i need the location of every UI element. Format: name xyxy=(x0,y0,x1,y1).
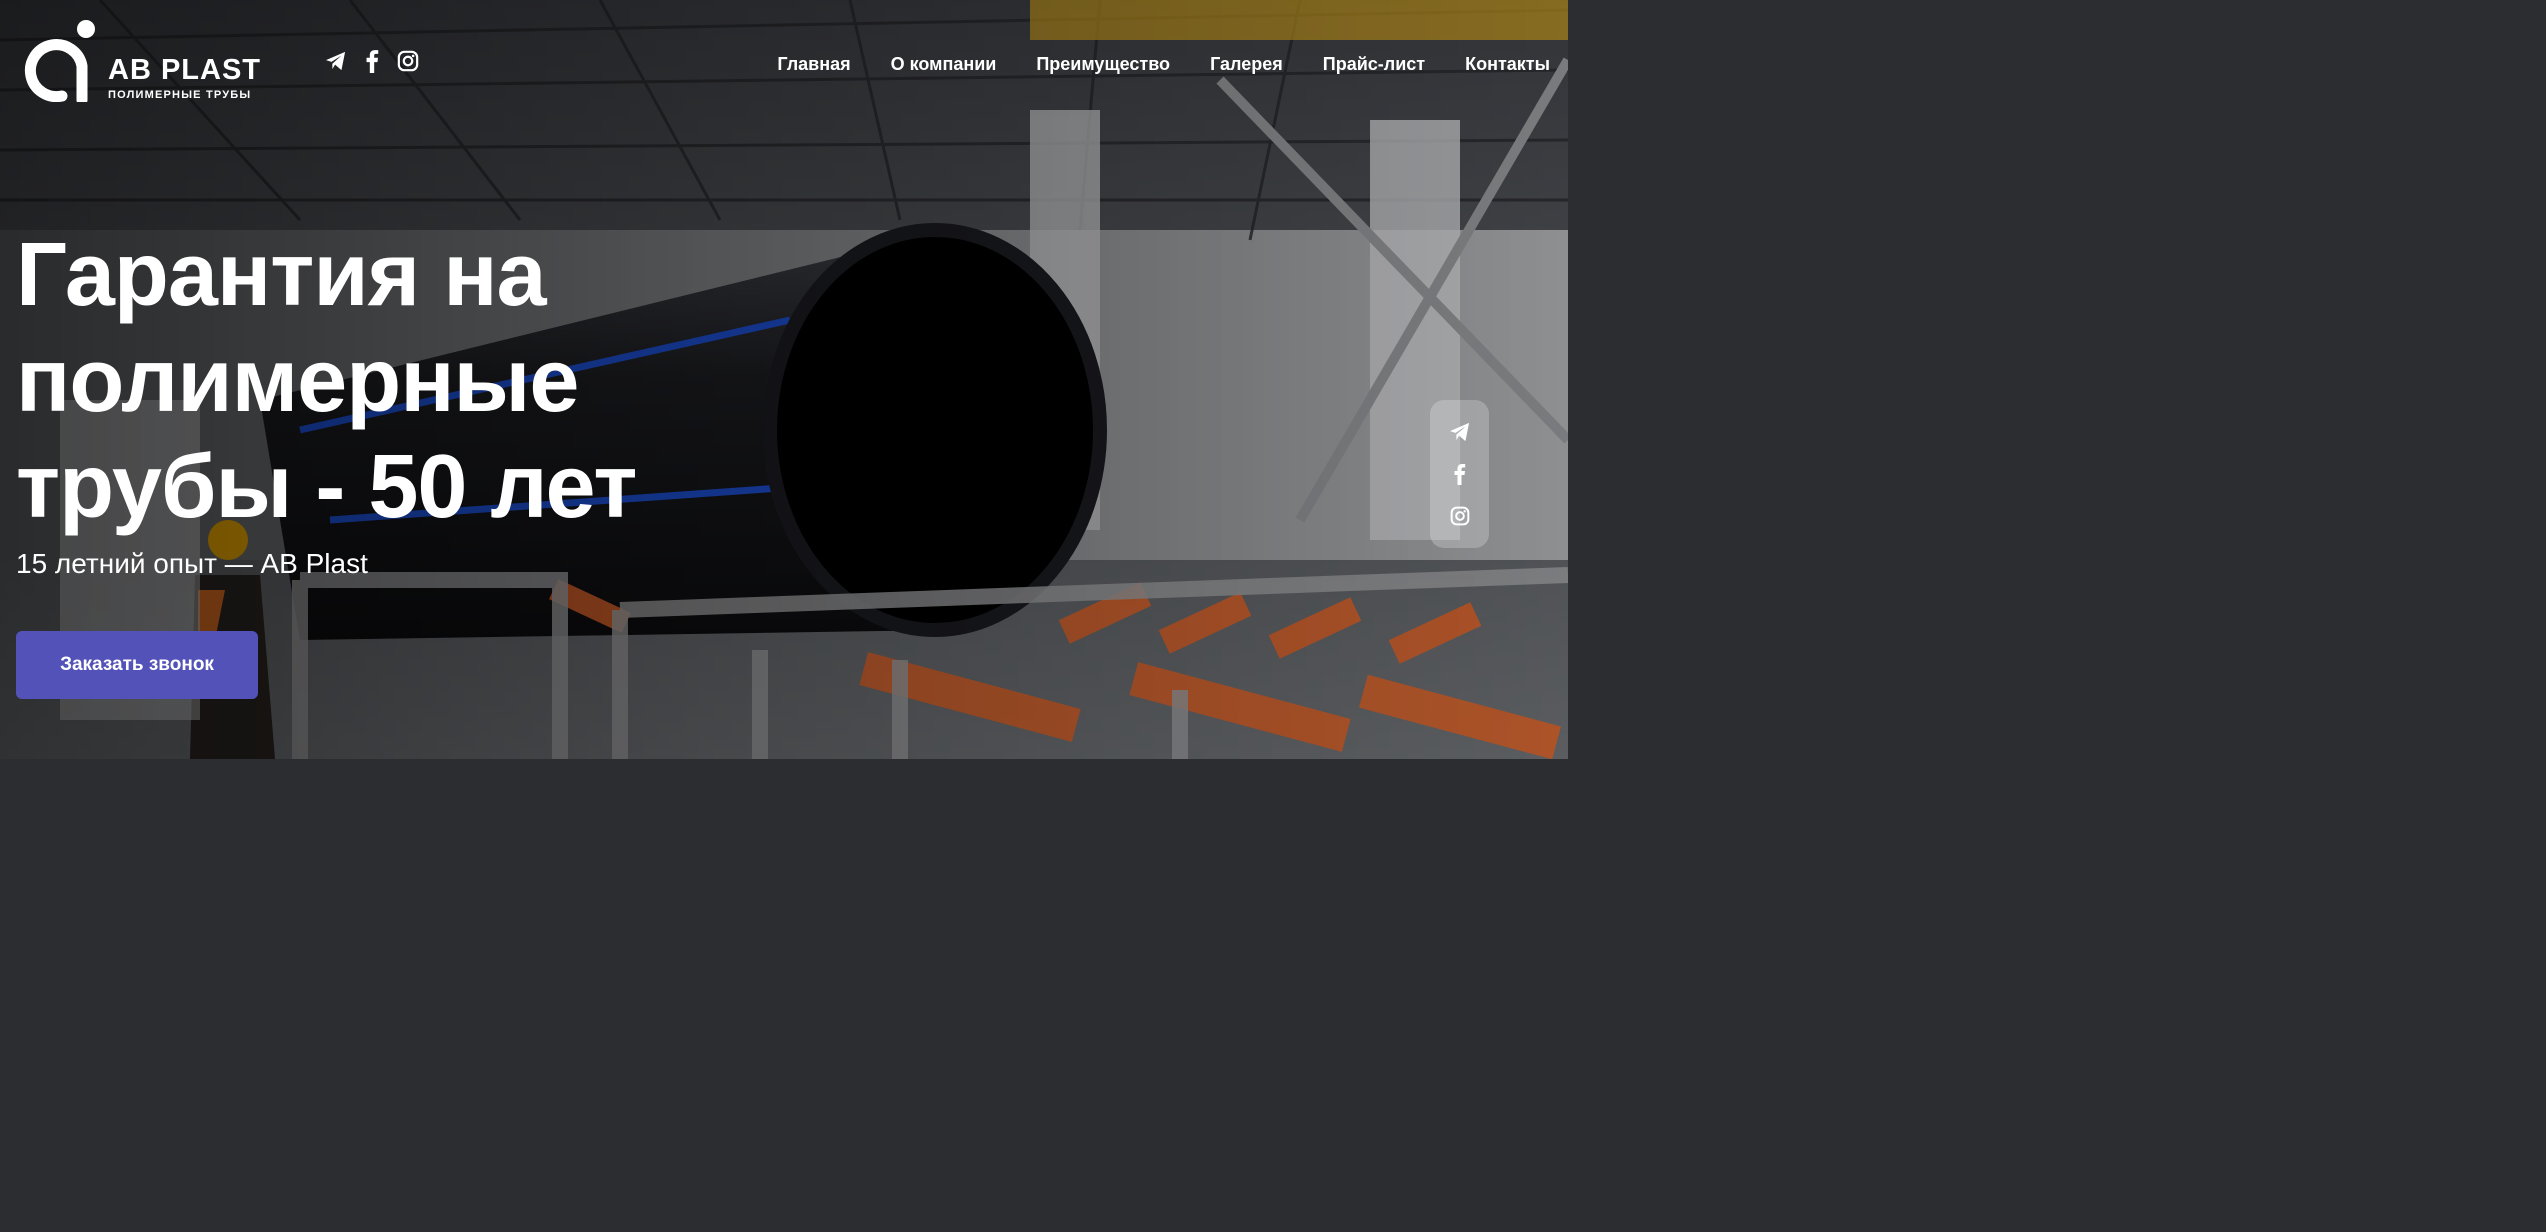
nav-item-contacts[interactable]: Контакты xyxy=(1465,54,1550,75)
nav-item-gallery[interactable]: Галерея xyxy=(1210,54,1283,75)
hero-subtitle: 15 летний опыт — AB Plast xyxy=(16,548,368,579)
hero-title: Гарантия на полимерные трубы - 50 лет xyxy=(16,225,637,537)
telegram-icon[interactable] xyxy=(325,50,347,72)
facebook-icon[interactable] xyxy=(361,50,383,73)
floating-social-panel xyxy=(1430,400,1489,548)
facebook-icon[interactable] xyxy=(1448,462,1472,486)
instagram-icon[interactable] xyxy=(1448,504,1472,528)
nav-item-advantages[interactable]: Преимущество xyxy=(1036,54,1170,75)
telegram-icon[interactable] xyxy=(1448,420,1472,444)
request-call-button[interactable]: Заказать звонок xyxy=(16,631,258,699)
nav-item-price-list[interactable]: Прайс-лист xyxy=(1323,54,1425,75)
brand-name: AB PLAST xyxy=(108,54,261,86)
header-social-links xyxy=(325,50,419,73)
nav-item-home[interactable]: Главная xyxy=(777,54,850,75)
logo-mark-icon xyxy=(24,20,95,102)
brand-tagline: ПОЛИМЕРНЫЕ ТРУБЫ xyxy=(108,89,252,101)
nav-item-about[interactable]: О компании xyxy=(891,54,997,75)
brand-logo[interactable]: AB PLAST ПОЛИМЕРНЫЕ ТРУБЫ xyxy=(22,18,272,104)
instagram-icon[interactable] xyxy=(397,50,419,72)
main-navigation: Главная О компании Преимущество Галерея … xyxy=(777,54,1550,75)
